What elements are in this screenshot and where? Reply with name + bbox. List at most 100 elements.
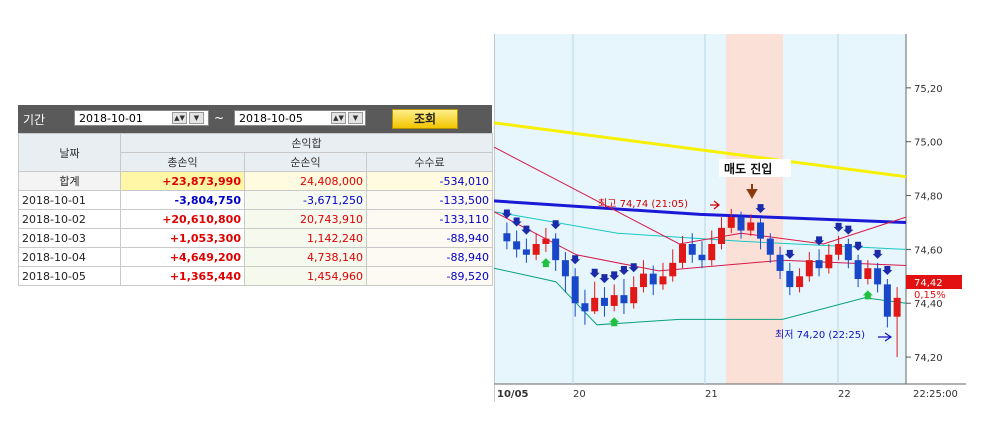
candle-body: [864, 268, 872, 279]
candle-body: [639, 273, 647, 288]
candle-body: [513, 241, 521, 250]
row-net: 20,743,910: [244, 209, 367, 229]
candle-body: [874, 268, 882, 285]
row-gross: -3,804,750: [120, 190, 245, 210]
header-date: 날짜: [18, 133, 121, 172]
candle-body: [591, 297, 599, 312]
price-tick-label: 74,60: [914, 245, 943, 256]
candle-body: [678, 244, 686, 263]
candle-body: [561, 260, 569, 277]
candle-body: [630, 287, 638, 304]
end-date-dropdown-icon[interactable]: ▼: [348, 112, 363, 124]
candle-body: [620, 295, 628, 304]
header-total-pnl: 총손익: [120, 152, 245, 172]
row-commission: -133,110: [365, 209, 494, 229]
price-tick-label: 75,20: [914, 84, 943, 95]
total-row[interactable]: 합계 +23,873,990 24,408,000 -534,010: [18, 171, 494, 191]
candle-body: [766, 238, 774, 255]
header-pnl-sum: 손익합: [119, 133, 494, 153]
candle-body: [747, 222, 755, 231]
start-date-field[interactable]: 2018-10-01 ▲▼ ▼: [74, 110, 209, 126]
total-label: 합계: [18, 171, 121, 191]
header-net-pnl: 순손익: [244, 152, 367, 172]
candle-body: [610, 295, 618, 306]
candle-body: [805, 260, 813, 277]
time-label-22: 22: [838, 389, 851, 400]
pnl-table: 날짜 손익합 총손익 순손익 수수료 합계 +23,873,990 24,408…: [18, 133, 494, 286]
candle-body: [776, 254, 784, 271]
time-axis-panel: [494, 384, 966, 402]
end-date-spinner-icon[interactable]: ▲▼: [331, 112, 346, 124]
candle-body: [844, 244, 852, 261]
total-commission: -534,010: [365, 171, 494, 191]
current-price-value: 74,42: [914, 278, 943, 289]
low-annotation: 최저 74,20 (22:25): [775, 329, 865, 341]
header-commission: 수수료: [365, 152, 494, 172]
candle-body: [503, 233, 511, 242]
high-annotation: 최고 74,74 (21:05): [598, 198, 688, 210]
period-label: 기간: [23, 113, 46, 127]
table-row[interactable]: 2018-10-05 +1,365,440 1,454,960 -89,520: [18, 266, 494, 286]
candle-body: [542, 238, 550, 244]
candle-body: [737, 217, 745, 231]
candle-body: [727, 217, 735, 228]
start-date-dropdown-icon[interactable]: ▼: [189, 112, 204, 124]
row-net: 1,142,240: [244, 228, 367, 248]
candle-body: [688, 244, 696, 255]
row-commission: -88,940: [365, 247, 494, 267]
row-date: 2018-10-05: [18, 266, 121, 286]
candle-body: [786, 270, 794, 288]
candle-body: [552, 238, 560, 261]
candle-body: [708, 244, 716, 261]
candle-body: [532, 244, 540, 255]
candle-body: [659, 276, 667, 285]
time-label-20: 20: [573, 389, 586, 400]
candle-body: [825, 254, 833, 269]
table-row[interactable]: 2018-10-04 +4,649,200 4,738,140 -88,940: [18, 247, 494, 267]
query-button[interactable]: 조회: [392, 109, 458, 129]
candle-body: [698, 254, 706, 261]
time-label-current: 22:25:00: [913, 389, 958, 400]
start-date-value: 2018-10-01: [79, 112, 143, 125]
sell-entry-label: 매도 진입: [724, 161, 772, 176]
price-tick-label: 74,80: [914, 192, 943, 203]
row-net: 1,454,960: [244, 266, 367, 286]
row-net: 4,738,140: [244, 247, 367, 267]
end-date-field[interactable]: 2018-10-05 ▲▼ ▼: [234, 110, 366, 126]
table-row[interactable]: 2018-10-03 +1,053,300 1,142,240 -88,940: [18, 228, 494, 248]
price-chart[interactable]: 74,2074,4074,6074,8075,0075,20 10/05 20 …: [494, 34, 966, 402]
time-label-21: 21: [705, 389, 718, 400]
total-gross: +23,873,990: [120, 171, 245, 191]
row-commission: -88,940: [365, 228, 494, 248]
candle-body: [835, 244, 843, 255]
total-net: 24,408,000: [244, 171, 367, 191]
time-label-date: 10/05: [497, 389, 529, 400]
candle-body: [893, 297, 901, 317]
candle-body: [669, 262, 677, 277]
filter-toolbar: 기간 2018-10-01 ▲▼ ▼ ~ 2018-10-05 ▲▼ ▼ 조회: [18, 105, 492, 133]
table-row[interactable]: 2018-10-01 -3,804,750 -3,671,250 -133,50…: [18, 190, 494, 210]
candle-body: [581, 303, 589, 312]
candle-body: [796, 276, 804, 288]
row-commission: -133,500: [365, 190, 494, 210]
row-net: -3,671,250: [244, 190, 367, 210]
row-date: 2018-10-03: [18, 228, 121, 248]
candle-body: [522, 249, 530, 255]
table-row[interactable]: 2018-10-02 +20,610,800 20,743,910 -133,1…: [18, 209, 494, 229]
candle-body: [757, 222, 765, 239]
start-date-spinner-icon[interactable]: ▲▼: [172, 112, 187, 124]
end-date-value: 2018-10-05: [239, 112, 303, 125]
candle-body: [571, 276, 579, 304]
row-date: 2018-10-04: [18, 247, 121, 267]
row-gross: +4,649,200: [120, 247, 245, 267]
pnl-panel: 기간 2018-10-01 ▲▼ ▼ ~ 2018-10-05 ▲▼ ▼ 조회 …: [18, 105, 494, 295]
row-date: 2018-10-02: [18, 209, 121, 229]
candle-body: [854, 260, 862, 279]
candle-body: [600, 297, 608, 306]
candle-body: [718, 227, 726, 244]
price-tick-label: 74,20: [914, 353, 943, 364]
row-date: 2018-10-01: [18, 190, 121, 210]
candle-body: [815, 260, 823, 269]
price-tick-label: 75,00: [914, 138, 943, 149]
candle-body: [649, 273, 657, 285]
